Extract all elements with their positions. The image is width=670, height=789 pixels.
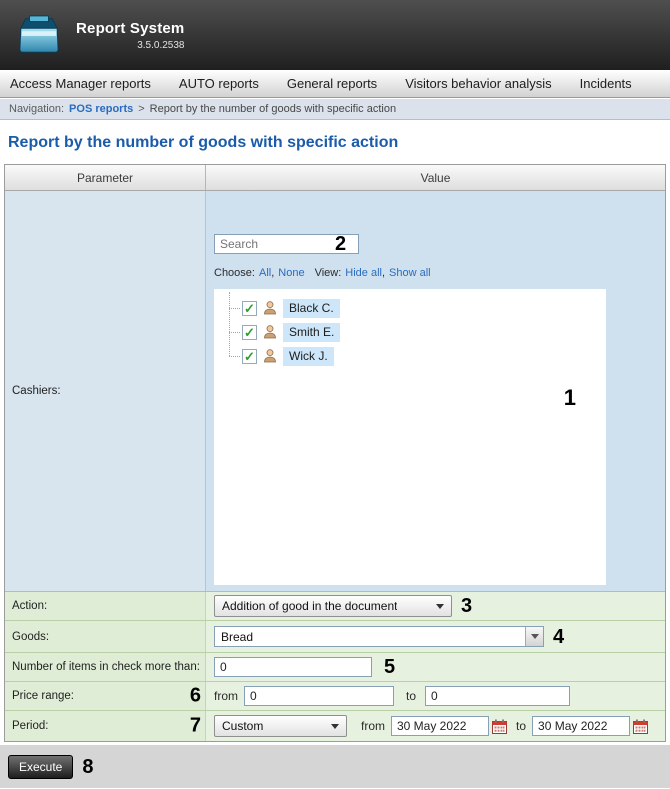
combo-dropdown-button[interactable]	[525, 627, 543, 646]
action-select[interactable]: Addition of good in the document	[214, 595, 452, 617]
price-from-input[interactable]	[244, 686, 394, 706]
goods-row: Goods: Bread 4	[5, 621, 665, 653]
period-to-date-input[interactable]	[532, 716, 630, 736]
price-from-label: from	[214, 689, 238, 703]
annotation-5: 5	[384, 657, 395, 677]
app-title-block: Report System 3.5.0.2538	[76, 20, 184, 51]
price-to-label: to	[406, 689, 416, 703]
app-title: Report System	[76, 20, 184, 37]
period-from-date-input[interactable]	[391, 716, 489, 736]
view-label: View:	[315, 267, 342, 279]
app-header: Report System 3.5.0.2538	[0, 0, 670, 70]
person-icon	[262, 324, 278, 340]
hide-all-link[interactable]: Hide all	[345, 267, 382, 279]
page-title: Report by the number of goods with speci…	[8, 134, 670, 152]
items-count-row: Number of items in check more than: 5	[5, 653, 665, 682]
report-system-logo-icon	[16, 14, 62, 56]
cashier-list-item[interactable]: ✓ Black C.	[227, 296, 606, 320]
chevron-down-icon	[436, 604, 444, 609]
checkbox-checked-icon[interactable]: ✓	[242, 301, 257, 316]
goods-value-cell: Bread 4	[206, 621, 665, 652]
breadcrumb-label: Navigation:	[9, 103, 64, 115]
period-to-label: to	[516, 719, 526, 733]
menu-item-visitors-behavior-analysis[interactable]: Visitors behavior analysis	[405, 76, 551, 91]
cashier-list-item[interactable]: ✓ Wick J.	[227, 344, 606, 368]
chevron-down-icon	[531, 634, 539, 639]
annotation-3: 3	[461, 596, 472, 616]
table-header-row: Parameter Value	[5, 165, 665, 191]
cashier-name[interactable]: Black C.	[283, 299, 340, 318]
person-icon	[262, 348, 278, 364]
cashiers-value-cell: 2 Choose: All, None View: Hide all, Show…	[206, 191, 665, 591]
price-range-row: Price range: 6 from to	[5, 682, 665, 711]
annotation-4: 4	[553, 627, 564, 647]
period-value-cell: Custom from to	[206, 711, 665, 741]
breadcrumb-separator: >	[138, 103, 144, 115]
footer-bar: Execute 8	[0, 745, 670, 788]
cashiers-param-cell: Cashiers:	[5, 191, 206, 591]
goods-combobox[interactable]: Bread	[214, 626, 544, 647]
show-all-link[interactable]: Show all	[389, 267, 431, 279]
goods-label: Goods:	[12, 631, 49, 643]
action-label: Action:	[12, 600, 47, 612]
annotation-2: 2	[335, 234, 346, 254]
cashier-list-item[interactable]: ✓ Smith E.	[227, 320, 606, 344]
action-row: Action: Addition of good in the document…	[5, 592, 665, 621]
checkbox-checked-icon[interactable]: ✓	[242, 325, 257, 340]
cashiers-list-box: ✓ Black C. ✓ Smith E.	[214, 289, 606, 585]
cashiers-select-links: Choose: All, None View: Hide all, Show a…	[214, 267, 665, 279]
top-menu: Access Manager reports AUTO reports Gene…	[0, 70, 670, 98]
menu-item-incidents[interactable]: Incidents	[580, 76, 632, 91]
cashier-name[interactable]: Wick J.	[283, 347, 334, 366]
annotation-8: 8	[82, 757, 93, 777]
action-value-cell: Addition of good in the document 3	[206, 592, 665, 620]
cashiers-tree: ✓ Black C. ✓ Smith E.	[227, 296, 606, 368]
column-header-value: Value	[206, 165, 665, 190]
cashiers-search-line: 2	[214, 234, 665, 254]
price-range-label: Price range:	[12, 690, 74, 702]
period-label: Period:	[12, 720, 48, 732]
price-range-param-cell: Price range: 6	[5, 682, 206, 710]
checkbox-checked-icon[interactable]: ✓	[242, 349, 257, 364]
comma-separator: ,	[382, 267, 385, 279]
chevron-down-icon	[331, 724, 339, 729]
annotation-6: 6	[190, 686, 201, 706]
price-to-input[interactable]	[425, 686, 570, 706]
annotation-7: 7	[190, 716, 201, 736]
items-count-value-cell: 5	[206, 653, 665, 681]
goods-param-cell: Goods:	[5, 621, 206, 652]
menu-item-auto-reports[interactable]: AUTO reports	[179, 76, 259, 91]
execute-button[interactable]: Execute	[8, 755, 73, 779]
menu-item-access-manager-reports[interactable]: Access Manager reports	[10, 76, 151, 91]
cashiers-row: Cashiers: 2 Choose: All, None View: Hide…	[5, 191, 665, 592]
period-row: Period: 7 Custom from to	[5, 711, 665, 741]
breadcrumb-current: Report by the number of goods with speci…	[150, 103, 396, 115]
items-count-input[interactable]	[214, 657, 372, 677]
action-param-cell: Action:	[5, 592, 206, 620]
person-icon	[262, 300, 278, 316]
choose-label: Choose:	[214, 267, 255, 279]
items-count-label: Number of items in check more than:	[12, 661, 200, 673]
period-param-cell: Period: 7	[5, 711, 206, 741]
report-parameters-table: Parameter Value Cashiers: 2 Choose: All,…	[4, 164, 666, 742]
calendar-icon[interactable]	[492, 719, 507, 734]
breadcrumb-link-pos-reports[interactable]: POS reports	[69, 103, 133, 115]
select-none-link[interactable]: None	[278, 267, 304, 279]
cashier-name[interactable]: Smith E.	[283, 323, 340, 342]
app-version: 3.5.0.2538	[137, 40, 184, 51]
cashiers-label: Cashiers:	[12, 385, 61, 397]
price-range-value-cell: from to	[206, 682, 665, 710]
period-from-label: from	[361, 719, 385, 733]
select-all-link[interactable]: All	[259, 267, 271, 279]
breadcrumb: Navigation: POS reports > Report by the …	[0, 98, 670, 120]
column-header-parameter: Parameter	[5, 165, 206, 190]
annotation-1: 1	[564, 387, 576, 409]
menu-item-general-reports[interactable]: General reports	[287, 76, 377, 91]
items-count-param-cell: Number of items in check more than:	[5, 653, 206, 681]
calendar-icon[interactable]	[633, 719, 648, 734]
comma-separator: ,	[271, 267, 274, 279]
period-type-select[interactable]: Custom	[214, 715, 347, 737]
